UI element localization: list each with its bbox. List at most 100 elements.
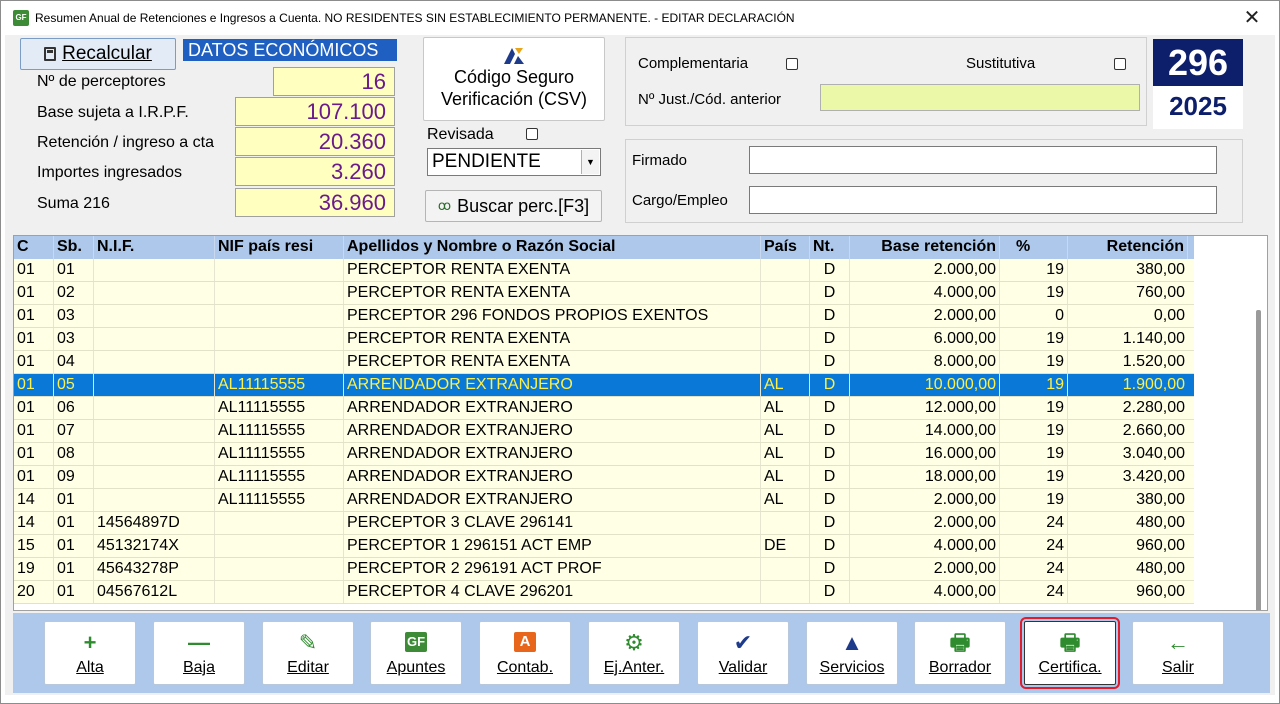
toolbar-button-alta[interactable]: + Alta bbox=[44, 621, 136, 685]
just-anterior-field[interactable] bbox=[820, 84, 1140, 111]
a3-logo-icon: A bbox=[514, 632, 536, 652]
table-cell: 24 bbox=[1000, 558, 1068, 580]
complementaria-checkbox[interactable] bbox=[786, 58, 798, 70]
table-cell: 19 bbox=[1000, 466, 1068, 488]
toolbar-button-editar[interactable]: ✎ Editar bbox=[262, 621, 354, 685]
table-row[interactable]: 01 09 AL11115555 ARRENDADOR EXTRANJERO AL D 18… bbox=[14, 466, 1194, 489]
table-cell: 14 bbox=[14, 489, 54, 511]
table-cell: 960,00 bbox=[1136, 537, 1185, 554]
importes-ingresados-field[interactable]: 3.260 bbox=[235, 157, 395, 186]
table-cell: 19 bbox=[1000, 259, 1068, 281]
table-cell: AL bbox=[761, 397, 810, 419]
table-row[interactable]: 01 03 PERCEPTOR RENTA EXENTA D 6.000,00 19 1.1… bbox=[14, 328, 1194, 351]
complementaria-label: Complementaria bbox=[638, 55, 749, 72]
table-cell: D bbox=[810, 443, 850, 465]
toolbar-button-baja[interactable]: — Baja bbox=[153, 621, 245, 685]
vertical-scrollbar[interactable] bbox=[1250, 236, 1267, 610]
toolbar-button-label: Alta bbox=[76, 659, 104, 676]
column-header[interactable]: País bbox=[761, 236, 810, 259]
table-cell: 02 bbox=[54, 282, 94, 304]
table-row[interactable]: 01 01 PERCEPTOR RENTA EXENTA D 2.000,00 19 380… bbox=[14, 259, 1194, 282]
table-cell: AL11115555 bbox=[215, 466, 344, 488]
chevron-down-icon[interactable]: ▼ bbox=[581, 150, 599, 174]
recalcular-button[interactable]: Recalcular bbox=[20, 38, 176, 70]
table-row[interactable]: 14 01 14564897D PERCEPTOR 3 CLAVE 296141 D 2.… bbox=[14, 512, 1194, 535]
app-logo-icon: GF bbox=[13, 10, 29, 26]
table-cell: AL bbox=[761, 466, 810, 488]
table-cell bbox=[94, 305, 215, 327]
toolbar-button-salir[interactable]: ← Salir bbox=[1132, 621, 1224, 685]
column-header[interactable]: Base retención bbox=[850, 236, 1000, 259]
retencion-field[interactable]: 20.360 bbox=[235, 127, 395, 156]
toolbar-button-apuntes[interactable]: GF Apuntes bbox=[370, 621, 462, 685]
table-cell: 07 bbox=[54, 420, 94, 442]
table-cell: 0,00 bbox=[1153, 307, 1185, 324]
table-cell: PERCEPTOR RENTA EXENTA bbox=[344, 282, 761, 304]
toolbar-button-label: Apuntes bbox=[386, 659, 446, 676]
table-row[interactable]: 01 03 PERCEPTOR 296 FONDOS PROPIOS EXENTOS… bbox=[14, 305, 1194, 328]
table-cell: 01 bbox=[54, 259, 94, 281]
table-cell: AL bbox=[761, 443, 810, 465]
close-button[interactable]: ✕ bbox=[1235, 5, 1269, 31]
table-row[interactable]: 19 01 45643278P PERCEPTOR 2 296191 ACT PROF… bbox=[14, 558, 1194, 581]
table-cell: ARRENDADOR EXTRANJERO bbox=[344, 420, 761, 442]
table-cell: 04567612L bbox=[94, 581, 215, 603]
table-row[interactable]: 01 06 AL11115555 ARRENDADOR EXTRANJERO AL D 12… bbox=[14, 397, 1194, 420]
column-header[interactable]: C bbox=[14, 236, 54, 259]
table-row[interactable]: 15 01 45132174X PERCEPTOR 1 296151 ACT EMP D… bbox=[14, 535, 1194, 558]
printer-icon: 🖶 bbox=[1059, 630, 1081, 655]
table-cell: 01 bbox=[14, 282, 54, 304]
table-cell: 3.420,00 bbox=[1122, 468, 1185, 485]
toolbar-button-label: Servicios bbox=[819, 659, 885, 676]
column-header[interactable]: NIF país resi bbox=[215, 236, 344, 259]
table-row[interactable]: 01 07 AL11115555 ARRENDADOR EXTRANJERO AL D 14… bbox=[14, 420, 1194, 443]
sustitutiva-checkbox[interactable] bbox=[1114, 58, 1126, 70]
suma-216-field[interactable]: 36.960 bbox=[235, 188, 395, 217]
table-cell: 18.000,00 bbox=[850, 466, 1000, 488]
column-header[interactable]: Nt. bbox=[810, 236, 850, 259]
table-row[interactable]: 01 05 AL11115555 ARRENDADOR EXTRANJERO AL D 10… bbox=[14, 374, 1194, 397]
revisada-checkbox[interactable] bbox=[526, 128, 538, 140]
toolbar-button-ej-anter[interactable]: ⚙ Ej.Anter. bbox=[588, 621, 680, 685]
table-header: C Sb. N.I.F. NIF país resi Apellidos y Nombr… bbox=[14, 236, 1194, 259]
recalcular-label: Recalcular bbox=[62, 43, 152, 64]
table-cell bbox=[94, 351, 215, 373]
table-row[interactable]: 01 02 PERCEPTOR RENTA EXENTA D 4.000,00 19 760… bbox=[14, 282, 1194, 305]
column-header[interactable]: N.I.F. bbox=[94, 236, 215, 259]
window: GF Resumen Anual de Retenciones e Ingres… bbox=[0, 0, 1280, 704]
column-header[interactable]: Apellidos y Nombre o Razón Social bbox=[344, 236, 761, 259]
table-row[interactable]: 14 01 AL11115555 ARRENDADOR EXTRANJERO AL D 2.… bbox=[14, 489, 1194, 512]
table-cell: 2.000,00 bbox=[850, 259, 1000, 281]
csv-button[interactable]: Código Seguro Verificación (CSV) bbox=[423, 37, 605, 121]
scrollbar-thumb[interactable] bbox=[1256, 310, 1261, 610]
toolbar-button-validar[interactable]: ✔ Validar bbox=[697, 621, 789, 685]
table-row[interactable]: 01 08 AL11115555 ARRENDADOR EXTRANJERO AL D 16… bbox=[14, 443, 1194, 466]
table-row[interactable]: 20 01 04567612L PERCEPTOR 4 CLAVE 296201 D 4.… bbox=[14, 581, 1194, 604]
toolbar-button-borrador[interactable]: 🖶 Borrador bbox=[914, 621, 1006, 685]
toolbar-button-servicios[interactable]: ▲ Servicios bbox=[806, 621, 898, 685]
buscar-perceptor-button[interactable]: ꝏ Buscar perc.[F3] bbox=[425, 190, 602, 222]
table-cell: ARRENDADOR EXTRANJERO bbox=[344, 489, 761, 511]
firmado-input[interactable] bbox=[749, 146, 1217, 174]
column-header[interactable]: Retención bbox=[1068, 236, 1188, 259]
cargo-input[interactable] bbox=[749, 186, 1217, 214]
revisada-label: Revisada bbox=[427, 126, 494, 143]
estado-select[interactable]: PENDIENTE ▼ bbox=[427, 148, 601, 176]
table-cell: 1.900,00 bbox=[1122, 376, 1185, 393]
suma-216-label: Suma 216 bbox=[37, 195, 110, 212]
column-header[interactable]: % bbox=[1000, 236, 1068, 259]
toolbar-button-certifica[interactable]: 🖶 Certifica. bbox=[1020, 617, 1120, 689]
table-cell: 09 bbox=[54, 466, 94, 488]
table-cell: 06 bbox=[54, 397, 94, 419]
table-cell: 24 bbox=[1000, 535, 1068, 557]
perceptores-field[interactable]: 16 bbox=[273, 67, 395, 96]
toolbar-button-contab[interactable]: A Contab. bbox=[479, 621, 571, 685]
table-cell bbox=[94, 282, 215, 304]
table-row[interactable]: 01 04 PERCEPTOR RENTA EXENTA D 8.000,00 19 1.5… bbox=[14, 351, 1194, 374]
column-header[interactable]: Sb. bbox=[54, 236, 94, 259]
table-cell: 01 bbox=[54, 535, 94, 557]
table-cell bbox=[94, 397, 215, 419]
base-sujeta-field[interactable]: 107.100 bbox=[235, 97, 395, 126]
table-cell: AL11115555 bbox=[215, 443, 344, 465]
table-cell: D bbox=[810, 259, 850, 281]
